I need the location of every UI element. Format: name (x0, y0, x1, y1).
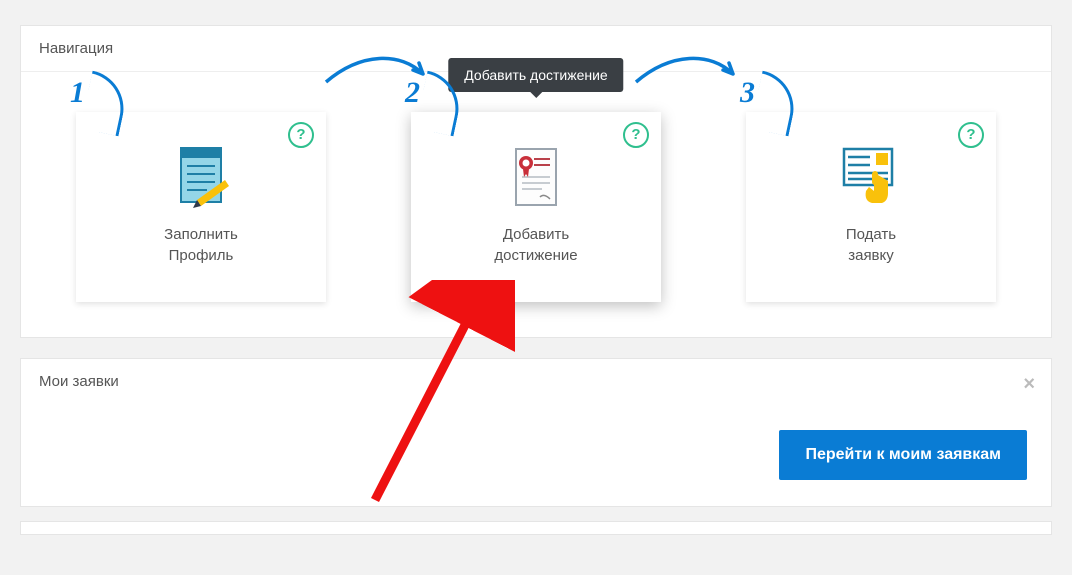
step-card-apply[interactable]: 3 ? (746, 112, 996, 302)
navigation-body: 1 ? ЗаполнитьПрофиль (21, 72, 1051, 337)
help-icon[interactable]: ? (958, 122, 984, 148)
step-number: 1 (70, 78, 85, 108)
navigation-panel: Навигация 1 ? (20, 25, 1052, 338)
profile-form-icon (76, 140, 326, 218)
my-applications-panel: × Мои заявки Перейти к моим заявкам (20, 358, 1052, 507)
help-icon[interactable]: ? (623, 122, 649, 148)
step-card-achievement[interactable]: Добавить достижение 2 ? (411, 112, 661, 302)
step-label: Добавитьдостижение (411, 218, 661, 266)
step-number: 3 (740, 78, 755, 108)
help-icon[interactable]: ? (288, 122, 314, 148)
step-number: 2 (405, 78, 420, 108)
step-card-profile[interactable]: 1 ? ЗаполнитьПрофиль (76, 112, 326, 302)
close-icon[interactable]: × (1023, 373, 1035, 396)
certificate-icon (411, 140, 661, 218)
panel-strip (20, 521, 1052, 535)
step-label: ЗаполнитьПрофиль (76, 218, 326, 266)
go-to-applications-button[interactable]: Перейти к моим заявкам (779, 430, 1027, 480)
my-applications-title: Мои заявки (21, 359, 1051, 404)
apply-click-icon (746, 140, 996, 218)
tooltip: Добавить достижение (448, 58, 623, 92)
step-label: Податьзаявку (746, 218, 996, 266)
